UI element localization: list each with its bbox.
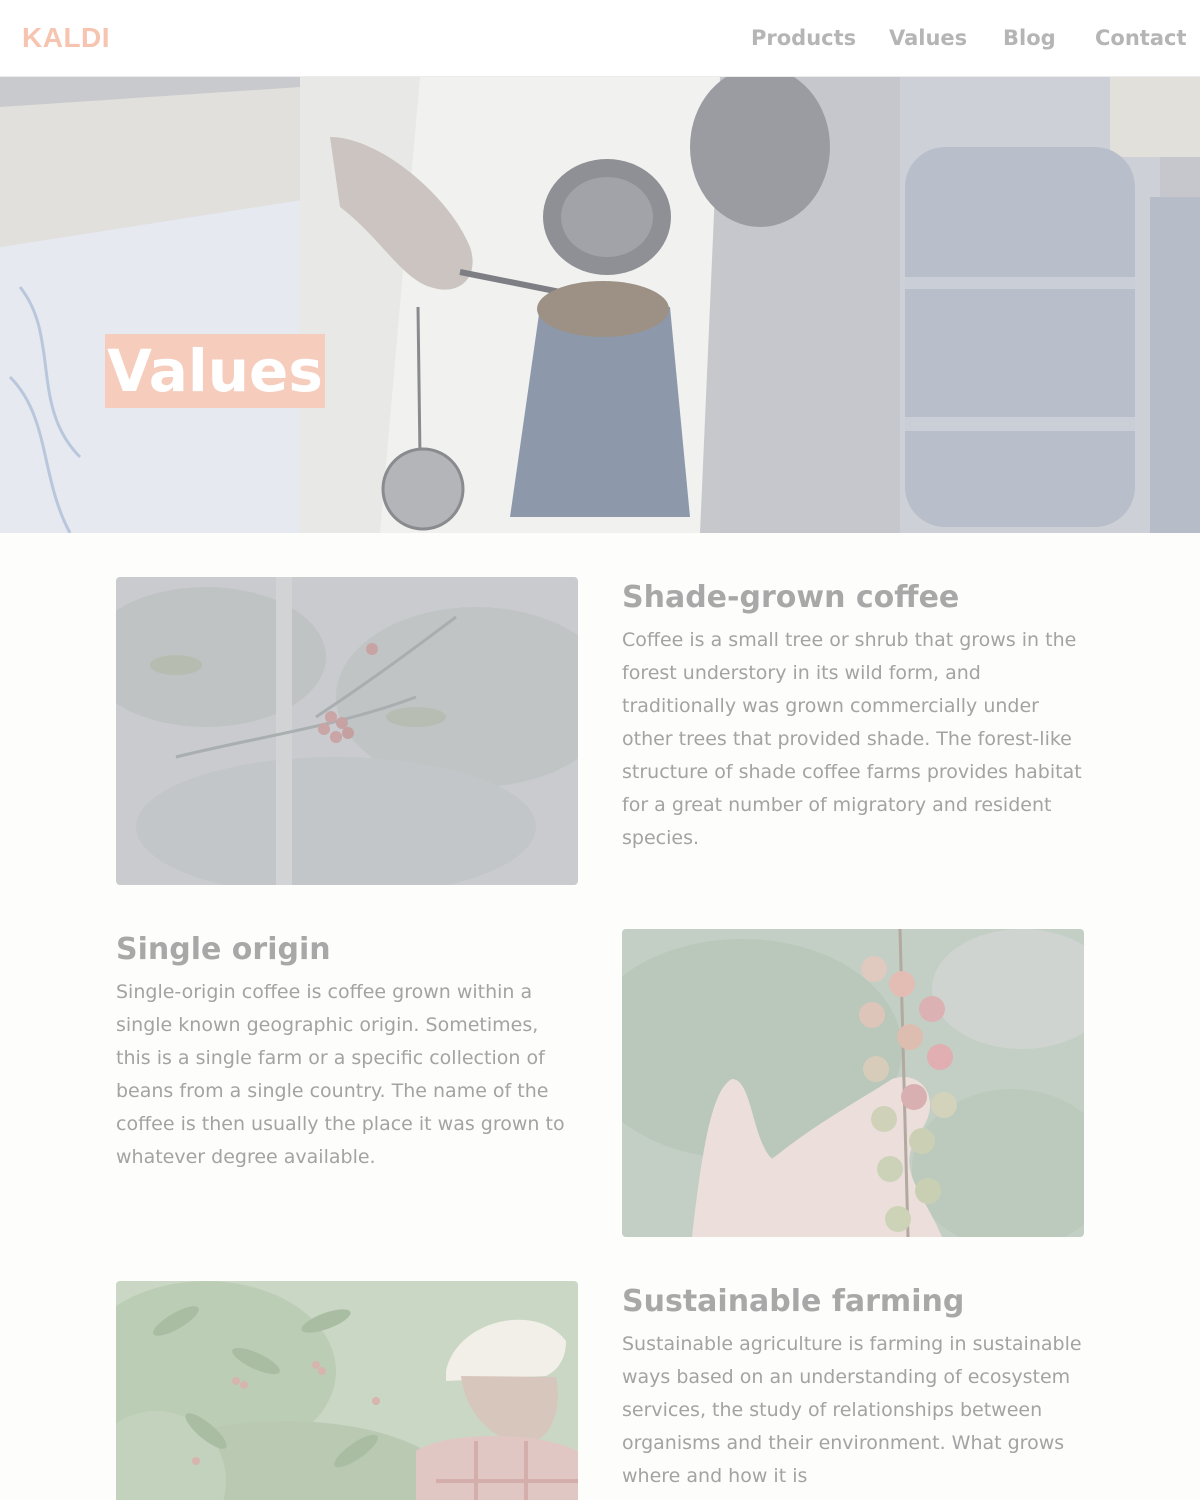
top-navigation-bar: KALDI Products Values Blog Contact	[0, 0, 1200, 77]
sustainable-farming-image	[116, 1281, 578, 1500]
page-title: Values	[105, 334, 325, 408]
hero-banner: Values	[0, 77, 1200, 533]
feature-title-shade-grown: Shade-grown coffee	[622, 580, 960, 615]
feature-body-single-origin: Single-origin coffee is coffee grown wit…	[116, 981, 565, 1168]
shade-grown-coffee-image	[116, 577, 578, 885]
nav-link-values[interactable]: Values	[889, 26, 967, 50]
nav-link-contact[interactable]: Contact	[1095, 26, 1187, 50]
feature-body-shade-grown: Coffee is a small tree or shrub that gro…	[622, 629, 1082, 849]
feature-body-sustainable-farming: Sustainable agriculture is farming in su…	[622, 1333, 1082, 1487]
hero-background-image	[0, 77, 1200, 533]
feature-title-single-origin: Single origin	[116, 932, 331, 967]
nav-link-products[interactable]: Products	[751, 26, 856, 50]
feature-title-sustainable-farming: Sustainable farming	[622, 1284, 965, 1319]
single-origin-image	[622, 929, 1084, 1237]
nav-link-blog[interactable]: Blog	[1003, 26, 1056, 50]
kaldi-logo[interactable]: KALDI	[22, 22, 110, 54]
